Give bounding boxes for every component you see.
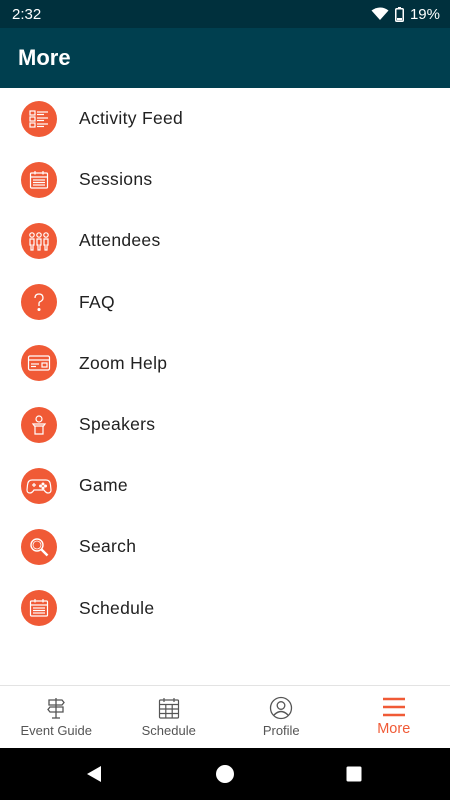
question-icon [21,284,57,321]
menu-item-activity-feed[interactable]: Activity Feed [0,88,450,149]
menu-item-label: Attendees [79,230,161,251]
recents-icon[interactable] [334,748,374,800]
menu-item-label: Speakers [79,414,156,435]
menu-item-faq[interactable]: FAQ [0,272,450,333]
menu-item-label: Search [79,536,137,557]
status-bar: 2:32 19% [0,0,450,28]
profile-icon [269,696,293,720]
menu-item-speakers[interactable]: Speakers [0,394,450,455]
home-icon[interactable] [205,748,245,800]
menu-item-label: Game [79,475,128,496]
menu-item-label: Sessions [79,169,153,190]
menu-item-search[interactable]: Search [0,516,450,577]
tab-event-guide[interactable]: Event Guide [0,686,113,747]
menu-item-sessions[interactable]: Sessions [0,149,450,210]
tab-schedule[interactable]: Schedule [113,686,226,747]
card-icon [21,345,57,382]
tab-label: Event Guide [20,722,93,738]
system-nav-bar [0,748,450,800]
tab-more[interactable]: More [338,686,450,747]
back-icon[interactable] [74,748,114,800]
calendar-grid-icon [157,696,181,720]
calendar-icon [21,590,57,627]
menu-item-label: Schedule [79,597,155,618]
speaker-podium-icon [21,406,57,443]
tab-label: Schedule [141,722,196,738]
page-title: More [18,45,71,70]
menu-item-schedule[interactable]: Schedule [0,578,450,639]
app-bar: More [0,28,450,88]
menu-item-attendees[interactable]: Attendees [0,210,450,271]
status-icons: 19% [371,6,440,23]
battery-percent: 19% [409,5,440,23]
tab-label: More [377,721,411,737]
status-time: 2:32 [12,5,42,23]
search-icon [21,528,57,565]
menu-item-label: Zoom Help [79,352,168,373]
people-icon [21,222,57,259]
menu-item-label: Activity Feed [79,108,184,129]
hamburger-menu-icon [382,696,406,718]
more-menu-list: Activity Feed Sessions Attendees FAQ Zoo… [0,88,450,639]
tab-label: Profile [262,722,300,738]
menu-item-zoom-help[interactable]: Zoom Help [0,333,450,394]
wifi-icon [371,7,389,21]
battery-icon [394,6,404,22]
calendar-icon [21,161,57,198]
signpost-icon [44,696,68,720]
menu-item-label: FAQ [79,291,115,312]
gamepad-icon [21,467,57,504]
activity-feed-icon [21,100,57,137]
menu-item-game[interactable]: Game [0,455,450,516]
bottom-nav: Event Guide Schedule Profile More [0,685,450,747]
tab-profile[interactable]: Profile [225,686,338,747]
